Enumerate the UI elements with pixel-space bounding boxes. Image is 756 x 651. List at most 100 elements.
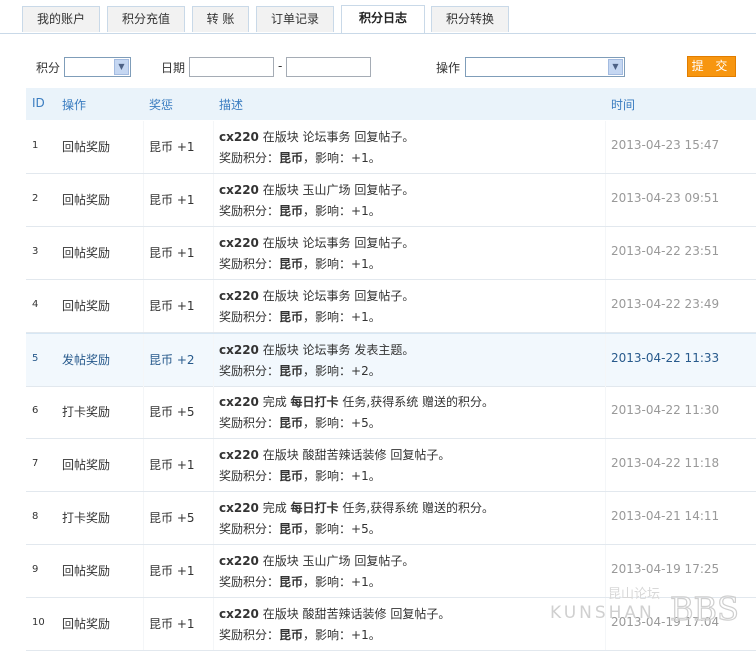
log-reward: 昆币 +1 [149,564,195,578]
start-date-input[interactable] [189,57,274,77]
log-user: cx220 [219,448,259,462]
log-reward: 昆币 +5 [149,511,195,525]
header-reward: 奖惩 [149,98,174,112]
filter-bar: 积分 ▼ 日期 - 操作 ▼ 提 交 [0,55,756,81]
log-reward: 昆币 +1 [149,458,195,472]
log-time: 2013-04-23 09:51 [611,191,720,205]
credit-name: 昆币 [279,416,304,430]
log-user: cx220 [219,130,259,144]
log-reward: 昆币 +1 [149,246,195,260]
table-row: 5 发帖奖励 昆币 +2 cx220 在版块 论坛事务 发表主题。 奖励积分：昆币，影响… [26,333,756,387]
effect-label: ，影响： [303,628,352,642]
log-user: cx220 [219,554,259,568]
log-time: 2013-04-22 11:18 [611,456,720,470]
table-row: 6 打卡奖励 昆币 +5 cx220 完成 每日打卡 任务,获得系统 赠送的积分。 奖励… [26,386,756,439]
chevron-down-icon: ▼ [114,59,129,75]
tab-my-account[interactable]: 我的账户 [22,6,100,32]
period: 。 [368,151,381,165]
credit-name: 昆币 [279,364,304,378]
log-action: 回帖奖励 [62,564,111,578]
log-description: cx220 在版块 论坛事务 回复帖子。 奖励积分：昆币，影响：+1。 [219,233,414,275]
log-desc: 完成 [258,395,291,409]
credit-name: 昆币 [279,310,304,324]
log-description: cx220 在版块 论坛事务 回复帖子。 奖励积分：昆币，影响：+1。 [219,127,414,169]
log-id: 6 [32,405,39,416]
tab-transfer[interactable]: 转 账 [192,6,249,32]
log-action: 回帖奖励 [62,193,111,207]
effect-label: ，影响： [303,151,352,165]
log-description: cx220 在版块 玉山广场 回复帖子。 奖励积分：昆币，影响：+1。 [219,551,414,593]
period: 。 [368,628,381,642]
period: 。 [368,575,381,589]
period: 。 [368,204,381,218]
log-time: 2013-04-22 23:51 [611,244,720,258]
reward-credit-label: 奖励积分： [219,416,280,430]
log-desc-tail: 任务,获得系统 赠送的积分。 [338,395,495,409]
log-id: 9 [32,564,39,575]
watermark-bbs: BBS [670,590,739,624]
log-time: 2013-04-23 15:47 [611,138,720,152]
period: 。 [368,416,381,430]
effect-label: ，影响： [303,257,352,271]
log-action: 回帖奖励 [62,617,111,631]
tab-credit-recharge[interactable]: 积分充值 [107,6,185,32]
log-user: cx220 [219,343,259,357]
reward-credit-label: 奖励积分： [219,310,280,324]
action-filter-label: 操作 [436,61,461,75]
log-desc: 在版块 论坛事务 回复帖子。 [258,236,415,250]
period: 。 [368,469,381,483]
effect-value: +1 [351,257,369,271]
log-description: cx220 在版块 玉山广场 回复帖子。 奖励积分：昆币，影响：+1。 [219,180,414,222]
period: 。 [368,257,381,271]
log-user: cx220 [219,607,259,621]
tab-credit-exchange[interactable]: 积分转换 [431,6,509,32]
log-id: 2 [32,193,39,204]
tab-credit-log[interactable]: 积分日志 [341,5,425,33]
log-id: 3 [32,246,39,257]
end-date-input[interactable] [286,57,371,77]
reward-credit-label: 奖励积分： [219,204,280,218]
effect-value: +1 [351,628,369,642]
log-action: 发帖奖励 [62,353,111,367]
log-reward: 昆币 +1 [149,299,195,313]
effect-value: +1 [351,204,369,218]
effect-value: +1 [351,575,369,589]
effect-value: +1 [351,310,369,324]
log-action: 打卡奖励 [62,405,111,419]
effect-value: +2 [351,364,369,378]
header-time: 时间 [611,98,636,112]
effect-label: ，影响： [303,310,352,324]
log-action: 回帖奖励 [62,299,111,313]
log-id: 1 [32,140,39,151]
table-row: 7 回帖奖励 昆币 +1 cx220 在版块 酸甜苦辣话装修 回复帖子。 奖励积分：昆币… [26,439,756,492]
log-desc-tail: 任务,获得系统 赠送的积分。 [338,501,495,515]
log-reward: 昆币 +2 [149,353,195,367]
tab-order-records[interactable]: 订单记录 [256,6,334,32]
credit-name: 昆币 [279,469,304,483]
log-action: 回帖奖励 [62,140,111,154]
effect-value: +5 [351,522,369,536]
log-id: 5 [32,353,39,364]
effect-value: +5 [351,416,369,430]
action-select[interactable]: ▼ [465,57,625,77]
reward-credit-label: 奖励积分： [219,151,280,165]
log-id: 7 [32,458,39,469]
log-action: 回帖奖励 [62,458,111,472]
effect-value: +1 [351,151,369,165]
log-desc: 在版块 论坛事务 回复帖子。 [258,289,415,303]
log-reward: 昆币 +1 [149,193,195,207]
log-time: 2013-04-22 11:30 [611,403,720,417]
log-desc: 在版块 酸甜苦辣话装修 回复帖子。 [258,448,451,462]
log-description: cx220 完成 每日打卡 任务,获得系统 赠送的积分。 奖励积分：昆币，影响：+… [219,498,494,540]
log-user: cx220 [219,236,259,250]
effect-label: ，影响： [303,204,352,218]
date-filter-label: 日期 [161,61,186,75]
log-time: 2013-04-19 17:25 [611,562,720,576]
period: 。 [368,310,381,324]
period: 。 [368,364,381,378]
credit-select[interactable]: ▼ [64,57,131,77]
log-desc: 在版块 论坛事务 回复帖子。 [258,130,415,144]
submit-button[interactable]: 提 交 [687,56,736,77]
reward-credit-label: 奖励积分： [219,257,280,271]
log-description: cx220 完成 每日打卡 任务,获得系统 赠送的积分。 奖励积分：昆币，影响：+… [219,392,494,434]
